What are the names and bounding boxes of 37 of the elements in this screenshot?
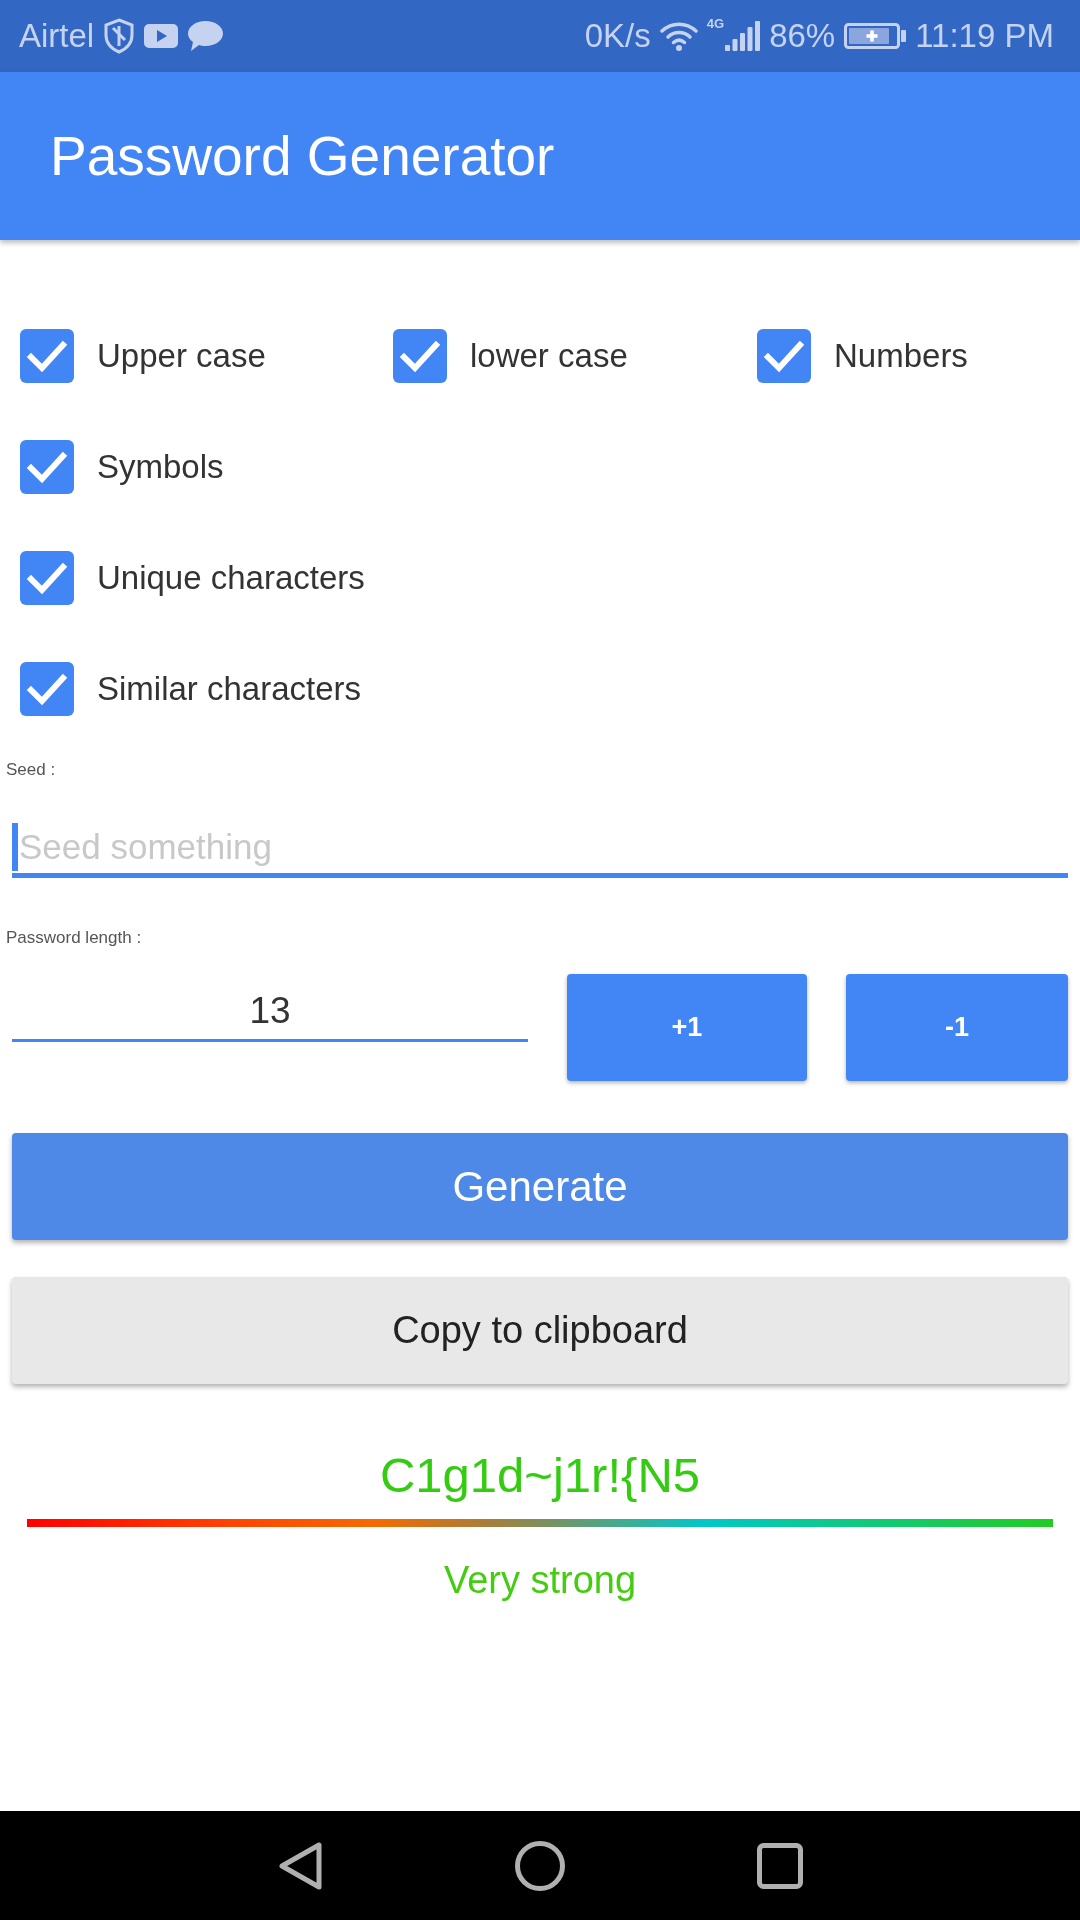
chat-bubble-icon	[188, 21, 224, 51]
generate-button[interactable]: Generate	[12, 1133, 1068, 1240]
checkbox[interactable]	[757, 328, 811, 383]
app-title: Password Generator	[50, 124, 555, 189]
network-type: 4G	[706, 17, 725, 31]
back-icon[interactable]	[278, 1841, 324, 1891]
home-icon[interactable]	[515, 1841, 565, 1891]
clock: 11:19 PM	[915, 16, 1054, 56]
seed-label: Seed :	[6, 759, 56, 781]
option-label: Upper case	[97, 335, 266, 376]
network-speed: 0K/s	[584, 16, 651, 56]
checkbox[interactable]	[393, 328, 447, 383]
checkbox[interactable]	[20, 550, 74, 605]
length-field[interactable]: 13	[12, 974, 528, 1042]
checkbox[interactable]	[20, 439, 74, 494]
recents-icon[interactable]	[757, 1843, 803, 1889]
video-play-icon	[144, 24, 179, 48]
length-label: Password length :	[6, 927, 142, 949]
signal-bars-icon	[725, 21, 761, 51]
option-label: Unique characters	[97, 557, 365, 598]
generated-password: C1g1d~j1r!{N5	[379, 1447, 701, 1504]
shield-icon	[104, 18, 135, 54]
option-label: Similar characters	[97, 668, 362, 709]
carrier-name: Airtel	[19, 16, 95, 56]
battery-icon	[844, 23, 907, 49]
strength-label: Very strong	[443, 1558, 637, 1603]
text-cursor	[12, 822, 18, 871]
checkbox[interactable]	[20, 661, 74, 716]
wifi-icon	[659, 21, 698, 51]
checkbox[interactable]	[20, 328, 74, 383]
copy-button[interactable]: Copy to clipboard	[12, 1277, 1068, 1384]
decrement-button[interactable]: -1	[846, 974, 1068, 1081]
option-label: lower case	[470, 335, 628, 376]
battery-percent: 86%	[769, 16, 836, 56]
option-label: Symbols	[97, 446, 224, 487]
option-label: Numbers	[834, 335, 968, 376]
increment-button[interactable]: +1	[567, 974, 807, 1081]
